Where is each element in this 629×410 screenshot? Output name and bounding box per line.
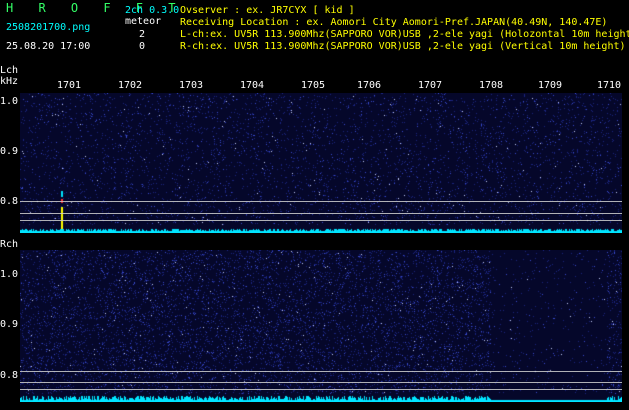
datetime: 25.08.20 17:00 <box>6 41 91 52</box>
mode-label: 2ch 0.3.0 <box>125 5 180 16</box>
lch-ytick: 1.0 <box>0 96 19 107</box>
lch-tick: 1710 <box>597 80 622 91</box>
lch-tick: 1706 <box>357 80 382 91</box>
meteor-label: meteor <box>125 16 162 27</box>
rch-ytick: 0.8 <box>0 370 19 381</box>
lch-marker-line <box>20 201 622 202</box>
lch-tick: 1707 <box>418 80 443 91</box>
rch-ytick: 1.0 <box>0 269 19 280</box>
rch-meteor-count: 0 <box>139 41 146 52</box>
lch-unit: kHz <box>0 76 19 87</box>
lch-info: L-ch:ex. UV5R 113.900Mhz(SAPPORO VOR)USB… <box>180 29 629 40</box>
rch-ytick: 0.9 <box>0 319 19 330</box>
lch-marker-line <box>20 213 622 214</box>
lch-label: Lch <box>0 65 19 76</box>
rch-spectrogram <box>20 250 622 402</box>
lch-tick: 1705 <box>301 80 326 91</box>
lch-tick: 1704 <box>240 80 265 91</box>
filename: 2508201700.png <box>6 22 91 33</box>
lch-ytick: 0.8 <box>0 196 19 207</box>
lch-meteor-count: 2 <box>139 29 146 40</box>
rch-label: Rch <box>0 239 19 250</box>
rch-marker-line <box>20 389 622 390</box>
lch-marker-line <box>20 220 622 221</box>
lch-tick: 1702 <box>118 80 143 91</box>
lch-ytick: 0.9 <box>0 146 19 157</box>
rch-marker-line <box>20 382 622 383</box>
lch-tick: 1701 <box>57 80 82 91</box>
lch-tick: 1709 <box>538 80 563 91</box>
location-info: Receiving Location : ex. Aomori City Aom… <box>180 17 608 28</box>
lch-tick: 1708 <box>479 80 504 91</box>
observer-info: Ovserver : ex. JR7CYX [ kid ] <box>180 5 355 16</box>
lch-spectrogram <box>20 93 622 233</box>
rch-info: R-ch:ex. UV5R 113.900Mhz(SAPPORO VOR)USB… <box>180 41 626 52</box>
rch-marker-line <box>20 371 622 372</box>
lch-tick: 1703 <box>179 80 204 91</box>
